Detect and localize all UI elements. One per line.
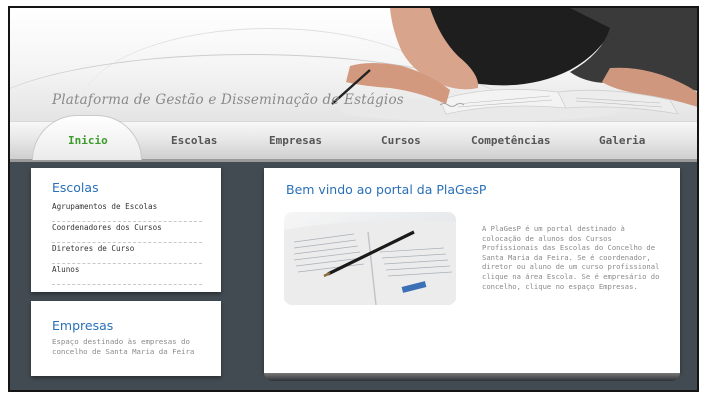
welcome-text: A PlaGesP é um portal destinado à coloca… [482,224,660,291]
empresas-description: Espaço destinado às empresas do concelho… [52,337,195,356]
site-title: Plataforma de Gestão e Disseminação de E… [52,92,404,108]
nav-item-galeria[interactable]: Galeria [599,134,645,147]
page-frame: Plataforma de Gestão e Disseminação de E… [8,6,699,392]
welcome-heading: Bem vindo ao portal da PlaGesP [286,182,487,197]
main-nav: Inicio Escolas Empresas Cursos Competênc… [10,115,697,162]
escolas-link-agrupamentos[interactable]: Agrupamentos de Escolas [52,201,202,222]
nav-item-empresas[interactable]: Empresas [269,134,322,147]
notebook-pen-image [284,212,456,305]
escolas-link-diretores[interactable]: Diretores de Curso [52,243,202,264]
nav-item-cursos[interactable]: Cursos [381,134,421,147]
welcome-panel: Bem vindo ao portal da PlaGesP A PlaGesP… [264,168,680,381]
header-banner: Plataforma de Gestão e Disseminação de E… [10,8,697,121]
nav-item-competencias[interactable]: Competências [471,134,550,147]
escolas-list: Agrupamentos de Escolas Coordenadores do… [52,201,202,285]
escolas-link-alunos[interactable]: Alunos [52,264,202,285]
escolas-link-coordenadores[interactable]: Coordenadores dos Cursos [52,222,202,243]
nav-item-escolas[interactable]: Escolas [171,134,217,147]
escolas-panel: Escolas Agrupamentos de Escolas Coordena… [31,168,221,292]
empresas-panel: Empresas Espaço destinado às empresas do… [31,301,221,376]
nav-item-inicio[interactable]: Inicio [68,134,108,147]
empresas-heading[interactable]: Empresas [52,318,113,333]
escolas-heading[interactable]: Escolas [52,180,99,195]
panel-shadow-bar [264,373,680,381]
